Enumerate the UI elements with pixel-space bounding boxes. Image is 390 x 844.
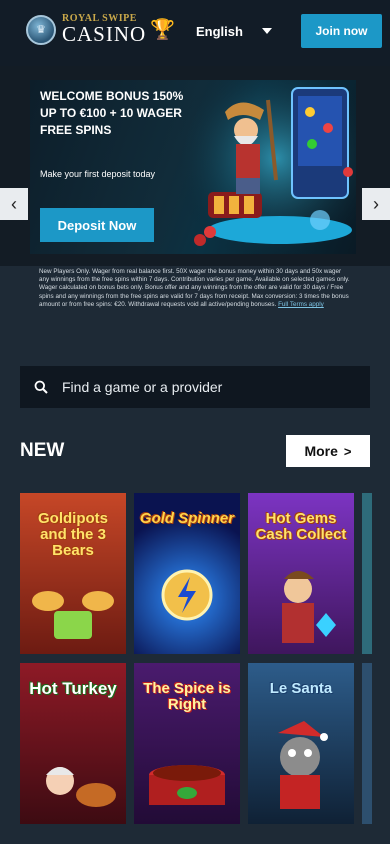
chevron-right-icon: > [343,443,352,459]
full-terms-link[interactable]: Full Terms apply [278,301,324,308]
deposit-now-button[interactable]: Deposit Now [40,208,154,242]
game-tile-peek[interactable] [362,663,372,824]
banner-illustration [180,80,356,254]
more-button[interactable]: More > [286,435,370,467]
chevron-right-icon: › [373,193,379,214]
chevron-down-icon[interactable] [262,28,272,34]
new-section-title: NEW [20,440,65,461]
banner-title: WELCOME BONUS 150% UP TO €100 + 10 WAGER… [40,89,184,137]
game-tile[interactable]: Goldipots and the 3 Bears [20,493,126,654]
join-now-button[interactable]: Join now [301,14,382,48]
banner-subtitle: Make your first deposit today [40,169,156,179]
logo-seal-icon: ♛ [26,14,56,45]
language-selector[interactable]: English [196,24,243,39]
game-tile[interactable]: Gold Spinner [134,493,240,654]
carousel-prev-button[interactable]: ‹ [0,188,28,220]
promo-carousel: WELCOME BONUS 150% UP TO €100 + 10 WAGER… [0,66,390,266]
game-tile[interactable]: Hot Gems Cash Collect [248,493,354,654]
logo-bottom-text: CASINO [62,22,147,46]
top-bar: ♛ ROYAL SWIPE CASINO 🏆 English Join now [0,0,390,66]
game-tile-peek[interactable] [362,493,372,654]
trophy-icon: 🏆 [150,19,176,41]
bonus-terms: New Players Only. Wager from real balanc… [39,268,351,309]
search-icon [34,380,48,394]
game-tile[interactable]: Le Santa [248,663,354,824]
game-search-input[interactable]: Find a game or a provider [20,366,370,408]
welcome-bonus-banner[interactable]: WELCOME BONUS 150% UP TO €100 + 10 WAGER… [30,80,356,254]
casino-logo[interactable]: ♛ ROYAL SWIPE CASINO 🏆 [26,14,175,45]
search-placeholder: Find a game or a provider [62,379,223,395]
game-tile[interactable]: Hot Turkey [20,663,126,824]
carousel-next-button[interactable]: › [362,188,390,220]
chevron-left-icon: ‹ [11,193,17,214]
game-tile[interactable]: The Spice is Right [134,663,240,824]
